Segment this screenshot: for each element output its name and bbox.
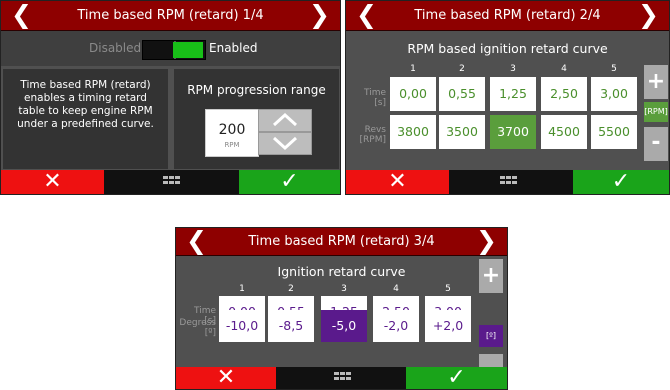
grid-menu-icon[interactable] — [163, 176, 181, 188]
unit-label: [º] — [479, 325, 503, 347]
revs-cell[interactable]: 4500 — [541, 115, 587, 149]
column-header: 1 — [410, 64, 416, 74]
degrees-cell[interactable]: -10,0 — [219, 310, 265, 342]
revs-cell[interactable]: 5500 — [591, 115, 637, 149]
range-value-box[interactable]: 200 RPM — [205, 109, 259, 157]
time-cell[interactable]: 1,25 — [490, 77, 536, 111]
table-title: Ignition retard curve — [277, 264, 406, 279]
time-cell[interactable]: 0,00 — [390, 77, 436, 111]
page-title: Time based RPM (retard) 1/4 — [77, 8, 264, 23]
value-adjust-panel: + [º] - — [479, 259, 503, 388]
range-title: RPM progression range — [187, 83, 326, 97]
toggle-knob — [173, 42, 203, 58]
close-icon: ✕ — [216, 365, 236, 390]
cancel-button[interactable]: ✕ — [176, 367, 276, 389]
chevron-down-icon — [272, 136, 298, 150]
range-unit: RPM — [224, 141, 240, 149]
check-icon: ✓ — [447, 365, 466, 390]
column-header: 3 — [341, 284, 347, 294]
bottom-bar: ✕ ✓ — [1, 170, 340, 194]
chevron-left-icon[interactable]: ❮ — [11, 1, 32, 29]
column-header: 4 — [393, 284, 399, 294]
toggle-row: Disabled Enabled — [1, 31, 340, 66]
column-header: 2 — [288, 284, 294, 294]
chevron-left-icon[interactable]: ❮ — [356, 1, 377, 29]
enable-toggle[interactable] — [142, 40, 206, 60]
decrement-button[interactable] — [258, 132, 312, 155]
screen-2-header: ❮ Time based RPM (retard) 2/4 ❯ — [346, 1, 669, 31]
degrees-cell[interactable]: -2,0 — [373, 310, 419, 342]
cancel-button[interactable]: ✕ — [1, 170, 104, 194]
grid-menu-icon[interactable] — [334, 372, 352, 384]
confirm-button[interactable]: ✓ — [573, 170, 669, 194]
bottom-bar: ✕ ✓ — [176, 367, 507, 389]
chevron-left-icon[interactable]: ❮ — [186, 228, 207, 254]
table-title: RPM based ignition retard curve — [407, 41, 608, 56]
degrees-cell[interactable]: +2,0 — [425, 310, 471, 342]
description-panel: Time based RPM (retard) enables a timing… — [3, 69, 168, 169]
row-label-revs: Revs [RPM] — [359, 125, 386, 145]
column-header: 1 — [239, 284, 245, 294]
chevron-right-icon[interactable]: ❯ — [638, 1, 659, 29]
screen-1-header: ❮ Time based RPM (retard) 1/4 ❯ — [1, 1, 340, 31]
row-label-time: Time [s] — [363, 88, 386, 108]
description-text: Time based RPM (retard) enables a timing… — [17, 79, 154, 130]
column-header: 4 — [561, 64, 567, 74]
plus-button[interactable]: + — [644, 65, 668, 99]
time-cell[interactable]: 0,55 — [439, 77, 485, 111]
column-header: 5 — [445, 284, 451, 294]
range-panel: RPM progression range 200 RPM — [174, 69, 339, 169]
revs-cell[interactable]: 3800 — [390, 115, 436, 149]
enabled-label: Enabled — [209, 41, 258, 55]
screen-1: ❮ Time based RPM (retard) 1/4 ❯ Disabled… — [0, 0, 341, 195]
grid-menu-icon[interactable] — [500, 176, 518, 188]
degrees-cell-selected[interactable]: -5,0 — [321, 310, 367, 342]
confirm-button[interactable]: ✓ — [239, 170, 340, 194]
chevron-right-icon[interactable]: ❯ — [476, 228, 497, 254]
column-header: 2 — [459, 64, 465, 74]
confirm-button[interactable]: ✓ — [406, 367, 507, 389]
column-header: 5 — [611, 64, 617, 74]
check-icon: ✓ — [280, 169, 299, 194]
increment-button[interactable] — [258, 109, 312, 132]
cancel-button[interactable]: ✕ — [346, 170, 449, 194]
degrees-cell[interactable]: -8,5 — [268, 310, 314, 342]
row-label-degrees: Degress [º] — [179, 318, 216, 338]
close-icon: ✕ — [43, 169, 62, 194]
column-header: 3 — [510, 64, 516, 74]
bottom-bar: ✕ ✓ — [346, 170, 669, 194]
close-icon: ✕ — [388, 169, 407, 194]
value-adjust-panel: + [RPM] - — [644, 65, 668, 165]
disabled-label: Disabled — [89, 41, 142, 55]
chevron-up-icon — [272, 113, 298, 127]
screen-3: ❮ Time based RPM (retard) 3/4 ❯ Ignition… — [175, 227, 508, 390]
screen-3-header: ❮ Time based RPM (retard) 3/4 ❯ — [176, 228, 507, 256]
page-title: Time based RPM (retard) 3/4 — [248, 234, 435, 249]
check-icon: ✓ — [611, 169, 631, 194]
page-title: Time based RPM (retard) 2/4 — [414, 8, 601, 23]
plus-button[interactable]: + — [479, 259, 503, 293]
time-cell[interactable]: 2,50 — [541, 77, 587, 111]
chevron-right-icon[interactable]: ❯ — [309, 1, 330, 29]
screen-2: ❮ Time based RPM (retard) 2/4 ❯ RPM base… — [345, 0, 670, 195]
minus-button[interactable]: - — [644, 127, 668, 161]
revs-cell-selected[interactable]: 3700 — [490, 115, 536, 149]
revs-cell[interactable]: 3500 — [439, 115, 485, 149]
range-value: 200 — [218, 122, 246, 138]
unit-label: [RPM] — [644, 102, 668, 122]
time-cell[interactable]: 3,00 — [591, 77, 637, 111]
